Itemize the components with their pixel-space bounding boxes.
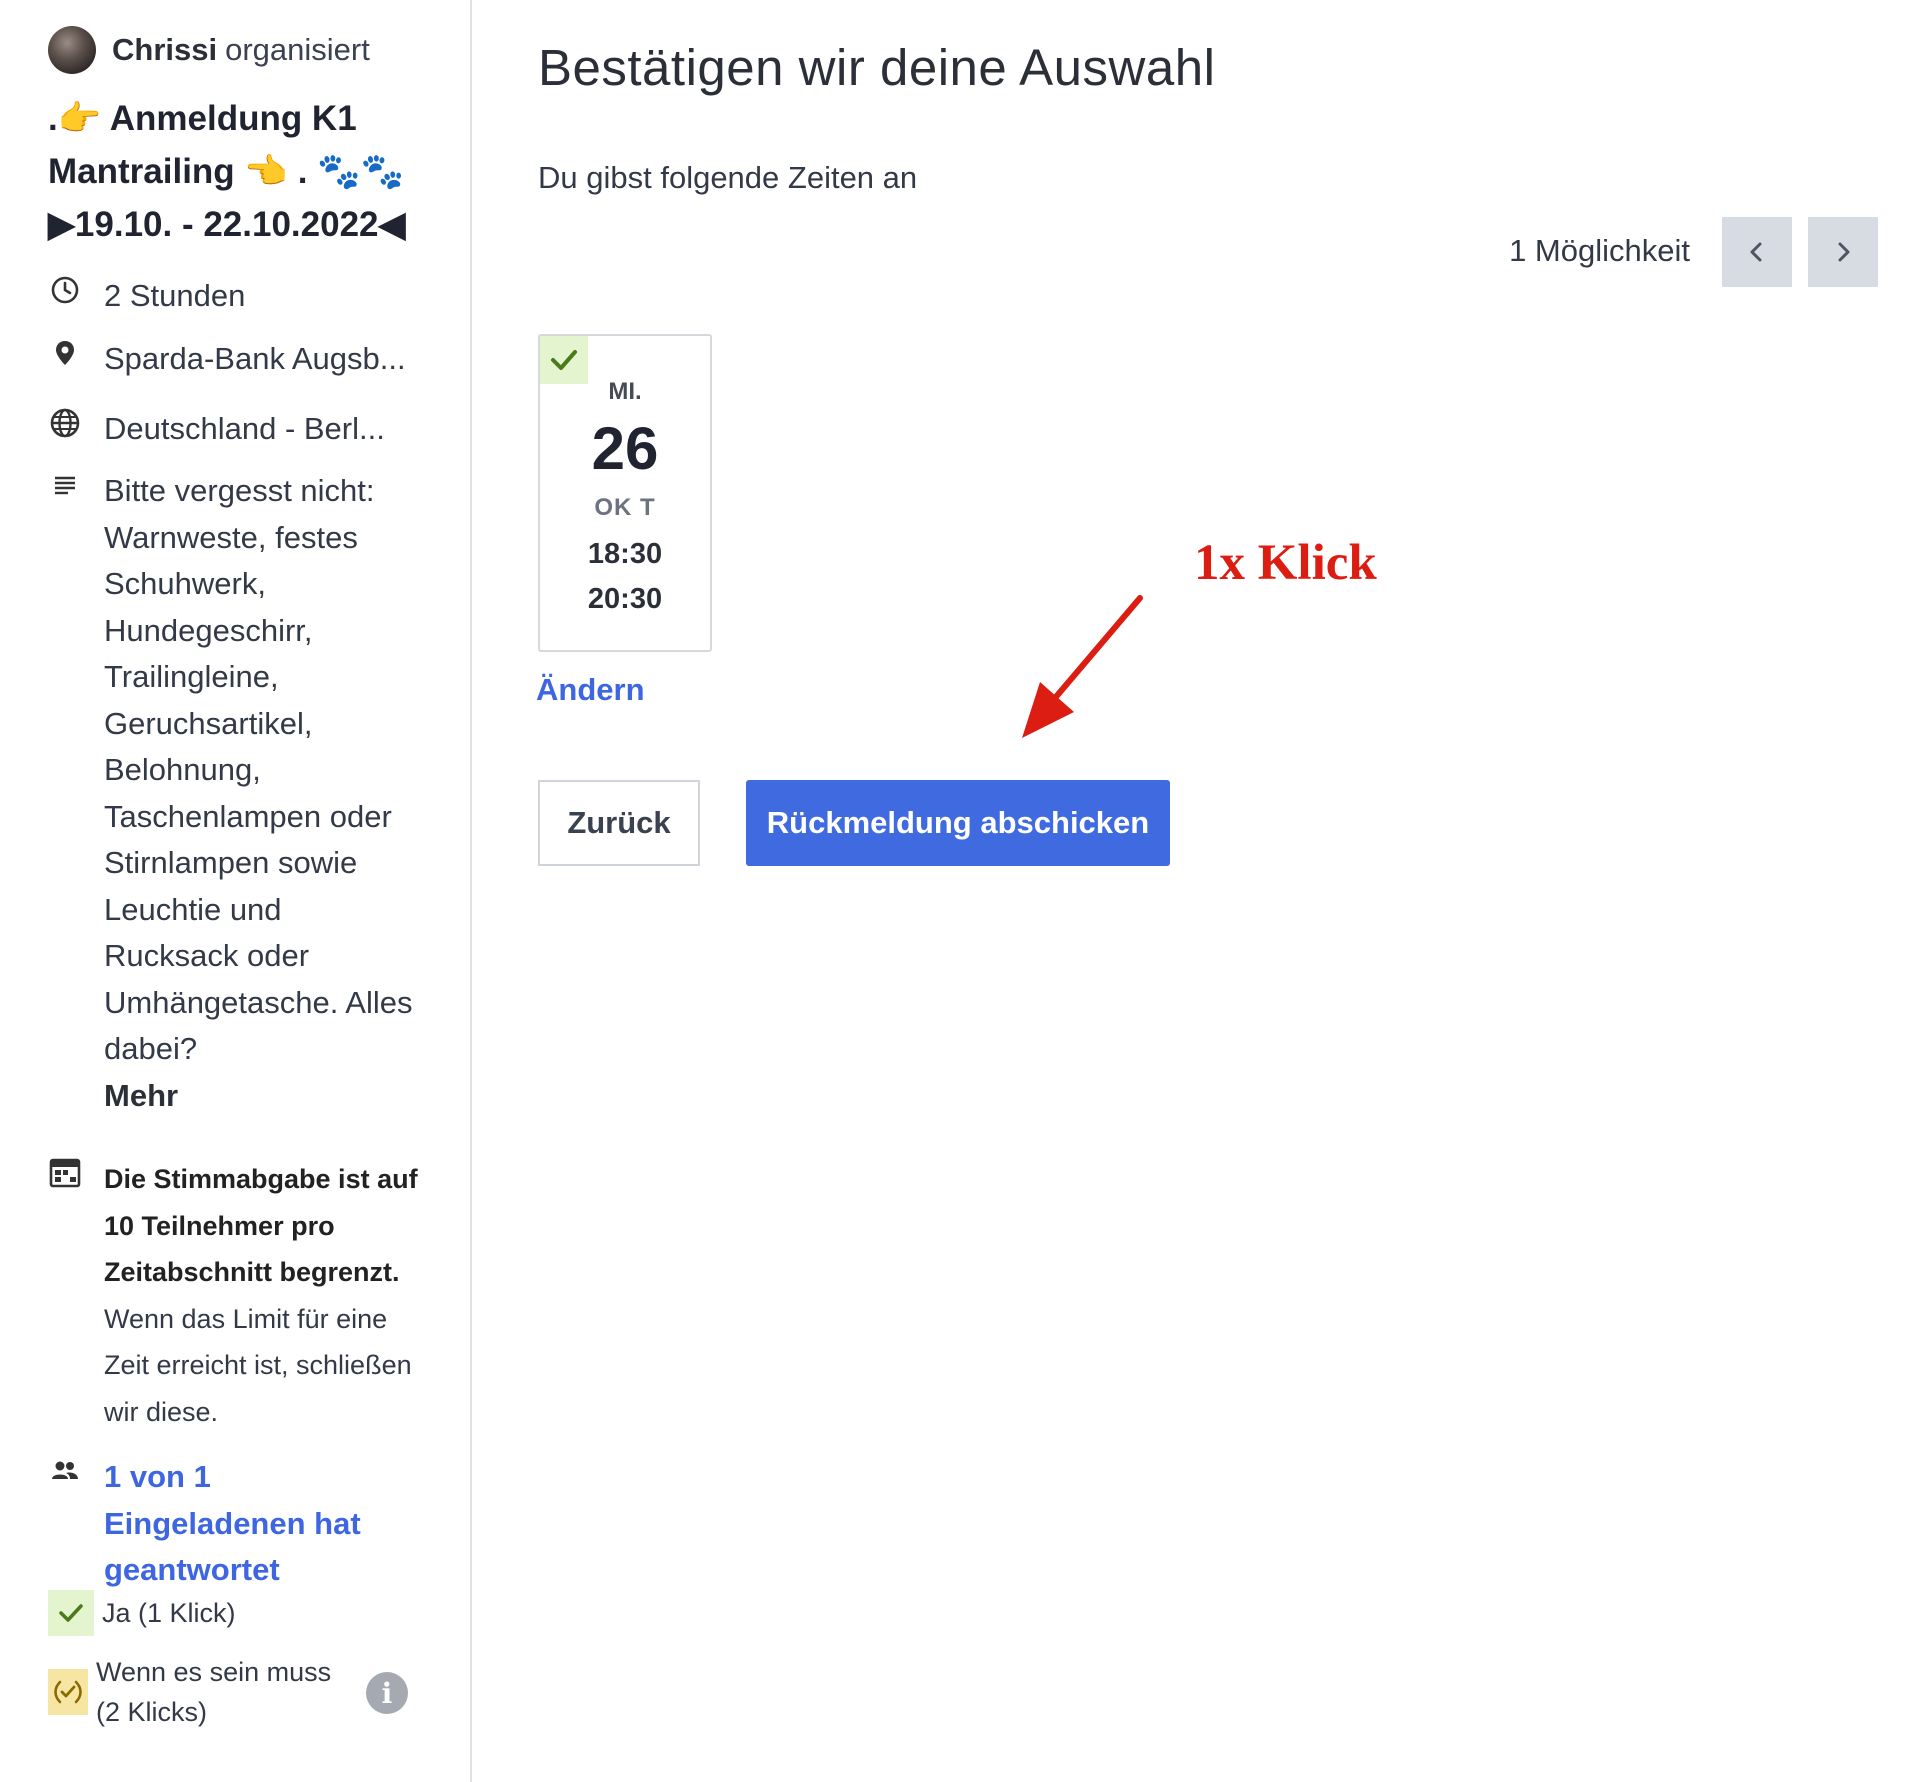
location-pin-icon <box>48 336 82 370</box>
annotation-label: 1x Klick <box>1194 535 1377 591</box>
event-sidebar: Chrissi organisiert .👉 Anmeldung K1 Mant… <box>0 0 472 1782</box>
legend-maybe-label: Wenn es sein muss (2 Klicks) <box>96 1657 332 1727</box>
timezone-row: Deutschland - Berl... <box>48 406 385 453</box>
card-day: 26 <box>591 415 659 482</box>
description-text: Bitte vergesst nicht: Warnweste, festes … <box>104 473 413 1066</box>
subtitle: Du gibst folgende Zeiten an <box>538 160 918 195</box>
location-row: Sparda-Bank Augsb... <box>48 336 406 383</box>
legend-yes-label: Ja (1 Klick) <box>102 1597 236 1628</box>
legend-yes: Ja (1 Klick) <box>48 1590 236 1636</box>
check-icon <box>48 1590 94 1636</box>
card-start-time: 18:30 <box>587 538 663 570</box>
limit-row: Die Stimmabgabe ist auf 10 Teilnehmer pr… <box>48 1156 424 1435</box>
submit-button[interactable]: Rückmeldung abschicken <box>746 780 1170 866</box>
description-block: Bitte vergesst nicht: Warnweste, festes … <box>104 468 414 1119</box>
date-option-card: MI. 26 OK T 18:30 20:30 <box>538 334 712 652</box>
card-month: OK T <box>594 494 656 521</box>
more-link[interactable]: Mehr <box>104 1073 414 1120</box>
maybe-check-icon <box>48 1669 88 1715</box>
limit-text: Wenn das Limit für eine Zeit erreicht is… <box>104 1303 412 1427</box>
calendar-grid-icon <box>48 1156 82 1190</box>
chevron-right-icon <box>1838 242 1850 262</box>
card-end-time: 20:30 <box>587 583 663 615</box>
info-icon[interactable]: i <box>366 1672 408 1714</box>
event-title: .👉 Anmeldung K1 Mantrailing 👈 . 🐾🐾 ▶19.1… <box>48 99 406 244</box>
limit-block: Die Stimmabgabe ist auf 10 Teilnehmer pr… <box>104 1156 424 1435</box>
annotation-arrow-icon <box>1022 595 1143 738</box>
description-row: Bitte vergesst nicht: Warnweste, festes … <box>48 468 414 1119</box>
organizer-row: Chrissi organisiert <box>48 26 370 74</box>
timezone-text: Deutschland - Berl... <box>104 411 385 446</box>
organizer-suffix: organisiert <box>225 32 370 67</box>
options-count: 1 Möglichkeit <box>1509 233 1690 268</box>
people-icon <box>48 1454 82 1488</box>
location-text: Sparda-Bank Augsb... <box>104 341 406 376</box>
back-button[interactable]: Zurück <box>538 780 700 866</box>
description-icon <box>48 468 82 502</box>
page-title: Bestätigen wir deine Auswahl <box>538 39 1216 96</box>
duration-text: 2 Stunden <box>104 278 246 313</box>
card-weekday: MI. <box>608 378 642 405</box>
globe-icon <box>48 406 82 440</box>
avatar <box>48 26 96 74</box>
next-button[interactable] <box>1808 217 1878 287</box>
chevron-left-icon <box>1750 242 1762 262</box>
invited-row: 1 von 1 Eingeladenen hat geantwortet <box>48 1454 414 1594</box>
invited-link[interactable]: 1 von 1 Eingeladenen hat geantwortet <box>104 1454 414 1594</box>
change-link[interactable]: Ändern <box>536 672 645 708</box>
previous-button[interactable] <box>1722 217 1792 287</box>
organizer-name: Chrissi <box>112 32 218 67</box>
duration-row: 2 Stunden <box>48 273 245 320</box>
clock-icon <box>48 273 82 307</box>
check-icon <box>540 336 588 384</box>
limit-bold-text: Die Stimmabgabe ist auf 10 Teilnehmer pr… <box>104 1164 418 1287</box>
legend-maybe: Wenn es sein muss (2 Klicks) <box>48 1652 346 1732</box>
